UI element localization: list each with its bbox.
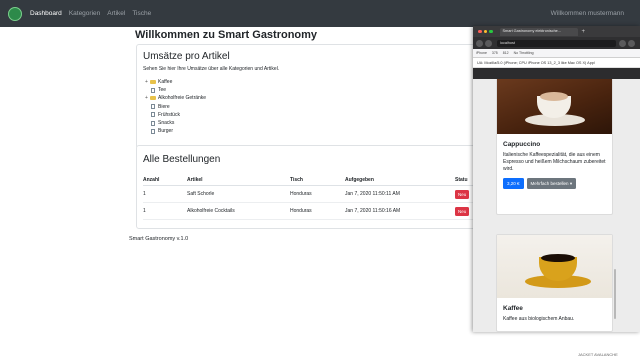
cell-artikel: Alkoholfreie Cocktails bbox=[187, 208, 235, 214]
tree-item-alkoholfreie[interactable]: + Alkoholfreie Getränke bbox=[145, 94, 481, 102]
nav-tische[interactable]: Tische bbox=[132, 10, 151, 17]
throttling-select[interactable]: No Throttling bbox=[514, 51, 534, 55]
width-field[interactable]: 375 bbox=[492, 51, 498, 55]
top-navbar: Dashboard Kategorien Artikel Tische Will… bbox=[0, 0, 640, 27]
header-aufgegeben: Aufgegeben bbox=[345, 176, 374, 183]
table-row[interactable]: 1 Saft Schorle Honduras Jan 7, 2020 11:5… bbox=[143, 186, 483, 203]
order-price-button[interactable]: 3,20 € bbox=[503, 178, 524, 189]
tree-item-label: Frühstück bbox=[158, 111, 180, 118]
responsive-devbar: iPhone 375 812 No Throttling bbox=[473, 49, 640, 58]
orders-card: Alle Bestellungen Anzahl Artikel Tisch A… bbox=[136, 145, 483, 229]
logo-icon[interactable] bbox=[8, 6, 22, 21]
nav-dashboard[interactable]: Dashboard bbox=[30, 10, 62, 17]
cell-anzahl: 1 bbox=[143, 208, 146, 214]
height-field[interactable]: 812 bbox=[503, 51, 509, 55]
status-badge[interactable]: Neu bbox=[455, 206, 470, 216]
tree-item-biere[interactable]: Biere bbox=[145, 103, 481, 111]
file-icon bbox=[151, 104, 155, 110]
tree-item-label: Snacks bbox=[158, 120, 175, 127]
header-artikel: Artikel bbox=[187, 176, 203, 183]
header-anzahl: Anzahl bbox=[143, 176, 160, 183]
folder-icon bbox=[150, 96, 156, 101]
product-card: Cappuccino Italienische Kaffeespezialitä… bbox=[496, 79, 613, 215]
file-icon bbox=[151, 87, 155, 93]
window-controls bbox=[478, 29, 495, 34]
tree-item-label: Biere bbox=[158, 103, 170, 110]
user-agent-bar: UA: Mozilla/5.0 (iPhone; CPU iPhone OS 1… bbox=[473, 58, 640, 68]
browser-toolbar: localhost bbox=[473, 37, 640, 49]
cell-aufgegeben: Jan 7, 2020 11:50:16 AM bbox=[345, 208, 401, 214]
cell-tisch: Honduras bbox=[290, 191, 312, 197]
back-icon[interactable] bbox=[476, 39, 483, 47]
tree-item-burger[interactable]: Burger bbox=[145, 127, 481, 135]
orders-title: Alle Bestellungen bbox=[143, 154, 221, 165]
nav-kategorien[interactable]: Kategorien bbox=[69, 10, 100, 17]
browser-window: Smart Gastronomy elektronische... + loca… bbox=[473, 26, 640, 332]
sales-card-subtitle: Sehen Sie hier Ihre Umsätze über alle Ka… bbox=[143, 66, 280, 72]
cell-tisch: Honduras bbox=[290, 208, 312, 214]
main-content: Willkommen zu Smart Gastronomy Umsätze p… bbox=[130, 27, 483, 229]
url-bar[interactable]: localhost bbox=[497, 39, 616, 47]
status-badge[interactable]: Neu bbox=[455, 189, 470, 199]
tree-item-label: Burger bbox=[158, 128, 174, 135]
device-select[interactable]: iPhone bbox=[476, 51, 487, 55]
tree-item-label: Kaffee bbox=[158, 79, 173, 86]
mobile-viewport: Cappuccino Italienische Kaffeespezialitä… bbox=[473, 79, 640, 332]
tree-item-kaffee[interactable]: + Kaffee bbox=[145, 78, 481, 86]
new-tab-icon[interactable]: + bbox=[582, 29, 586, 35]
minimize-window-icon[interactable] bbox=[483, 29, 487, 34]
tree-item-label: Tee bbox=[158, 87, 167, 94]
sales-card: Umsätze pro Artikel Sehen Sie hier Ihre … bbox=[136, 44, 482, 149]
page-title: Willkommen zu Smart Gastronomy bbox=[135, 29, 318, 41]
cell-aufgegeben: Jan 7, 2020 11:50:11 AM bbox=[345, 191, 400, 197]
multi-order-dropdown[interactable]: Mehrfach bestellen ▾ bbox=[526, 178, 577, 189]
caret-down-icon: ▾ bbox=[569, 180, 573, 186]
product-description: Kaffee aus biologischem Anbau. bbox=[503, 316, 575, 322]
browser-tab[interactable]: Smart Gastronomy elektronische... bbox=[499, 27, 578, 36]
forward-icon[interactable] bbox=[485, 39, 492, 47]
cell-anzahl: 1 bbox=[143, 191, 146, 197]
file-icon bbox=[151, 112, 155, 118]
folder-icon bbox=[150, 80, 156, 85]
product-actions: 3,20 € Mehrfach bestellen ▾ bbox=[503, 178, 612, 189]
product-card: Kaffee Kaffee aus biologischem Anbau. bbox=[496, 234, 613, 332]
multi-order-label: Mehrfach bestellen bbox=[530, 180, 569, 186]
maximize-window-icon[interactable] bbox=[489, 29, 493, 34]
sales-card-title: Umsätze pro Artikel bbox=[143, 51, 230, 62]
footer-version: Smart Gastronomy v.1.0 bbox=[129, 236, 189, 242]
category-tree: + Kaffee Tee + Alkoholfreie Getränke Bie… bbox=[145, 78, 481, 135]
viewport-scrollbar[interactable] bbox=[614, 269, 616, 319]
nav-artikel[interactable]: Artikel bbox=[107, 10, 125, 17]
watermark-text: JACKET AVALANCHE bbox=[578, 352, 618, 357]
table-header: Anzahl Artikel Tisch Aufgegeben Statu bbox=[143, 174, 483, 186]
coffee-image bbox=[497, 235, 612, 298]
orders-table: Anzahl Artikel Tisch Aufgegeben Statu 1 … bbox=[143, 174, 483, 220]
tree-item-tee[interactable]: Tee bbox=[145, 86, 481, 94]
tree-item-snacks[interactable]: Snacks bbox=[145, 119, 481, 127]
nav-user-greeting[interactable]: Willkommen mustermann bbox=[551, 10, 624, 17]
table-row[interactable]: 1 Alkoholfreie Cocktails Honduras Jan 7,… bbox=[143, 203, 483, 220]
product-title: Kaffee bbox=[503, 305, 523, 312]
close-window-icon[interactable] bbox=[478, 29, 482, 34]
product-title: Cappuccino bbox=[503, 141, 541, 148]
header-tisch: Tisch bbox=[290, 176, 303, 183]
cell-artikel: Saft Schorle bbox=[187, 191, 215, 197]
file-icon bbox=[151, 120, 155, 126]
tree-item-label: Alkoholfreie Getränke bbox=[158, 95, 207, 102]
cappuccino-image bbox=[497, 79, 612, 134]
product-description: Italienische Kaffeespezialität, die aus … bbox=[503, 152, 606, 172]
tree-item-fruehstueck[interactable]: Frühstück bbox=[145, 111, 481, 119]
file-icon bbox=[151, 128, 155, 134]
browser-tabbar: Smart Gastronomy elektronische... + bbox=[473, 26, 640, 37]
menu-icon[interactable] bbox=[628, 39, 635, 47]
extension-icon[interactable] bbox=[619, 39, 626, 47]
